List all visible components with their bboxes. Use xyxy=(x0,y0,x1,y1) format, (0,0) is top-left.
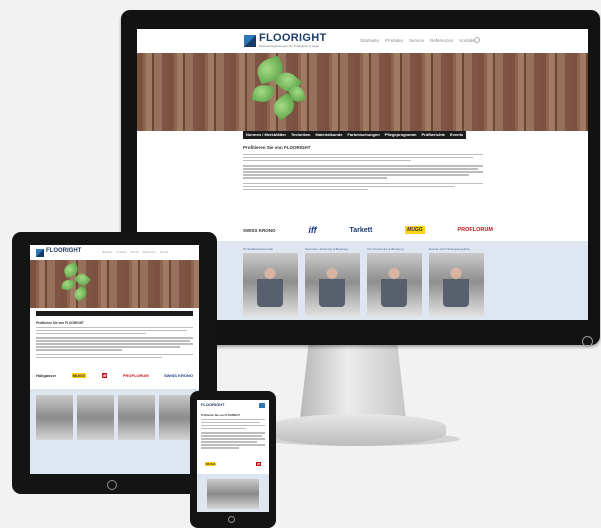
search-icon[interactable] xyxy=(474,37,480,43)
nav-item-kontakt[interactable]: Kontakt xyxy=(160,251,168,254)
partner-logo-mugg[interactable]: MUGG xyxy=(71,373,87,378)
floorright-logo-icon xyxy=(36,249,44,257)
service-card-photo[interactable] xyxy=(36,395,73,440)
service-card-photo[interactable] xyxy=(118,395,155,440)
ivy-leaf-image xyxy=(251,83,275,104)
partner-logo-iff[interactable]: iff xyxy=(256,462,261,466)
partner-logo-swiss-krono[interactable]: SWISS KRONO xyxy=(243,228,276,233)
service-card-title: Ihr Wettbewerbsvorteil xyxy=(243,247,273,251)
service-card-photo[interactable] xyxy=(77,395,114,440)
monitor-stand-foot xyxy=(268,414,446,446)
category-tabs[interactable] xyxy=(36,311,193,316)
tab-events[interactable]: Events xyxy=(450,132,463,138)
tab-pflegeprogramm[interactable]: Pflegeprogramm xyxy=(385,132,417,138)
intro-title: Profitieren Sie von FLOORIGHT xyxy=(243,145,311,150)
intro-paragraph xyxy=(243,154,483,162)
tablet-website: FLOORIGHT Startseite Produkte Service Re… xyxy=(30,245,199,474)
intro-paragraph xyxy=(243,182,483,191)
partner-logo-mugg[interactable]: MUGG xyxy=(405,226,425,234)
service-card-photo xyxy=(305,253,360,317)
nav-item-referenzen[interactable]: Referenzen xyxy=(430,38,453,43)
service-card[interactable]: Ihr Wettbewerbsvorteil xyxy=(243,247,298,317)
service-card-photo[interactable] xyxy=(207,479,259,509)
service-card-photo xyxy=(367,253,422,317)
partner-logo-proflorum[interactable]: PROFLORUM xyxy=(123,373,149,378)
main-nav: Startseite Produkte Service Referenzen K… xyxy=(360,38,475,43)
main-nav: Startseite Produkte Service Referenzen K… xyxy=(102,251,168,254)
category-tabs: Normen / Merkblätter Techniken Materialk… xyxy=(243,131,467,139)
tab-techniken[interactable]: Techniken xyxy=(291,132,311,138)
site-logo[interactable]: FLOORIGHT xyxy=(46,248,81,254)
power-button-icon[interactable] xyxy=(582,336,593,347)
service-card-title: Vor-Ort-Service & Beratung xyxy=(367,247,404,251)
partner-logo-hallgasser[interactable]: Hallgasser xyxy=(36,373,56,378)
home-button-icon[interactable] xyxy=(228,516,235,523)
service-card-title: Events und Trainingsangebote xyxy=(429,247,470,251)
site-header: FLOORIGHT Bodenbelagslösungen für Produk… xyxy=(137,29,588,53)
phone-website: FLOORIGHT Profitieren Sie von FLOORIGHT … xyxy=(197,400,269,512)
hero-banner xyxy=(137,53,588,131)
site-logo-tagline: Bodenbelagslösungen für Produktion & Lag… xyxy=(259,44,320,48)
intro-section: Profitieren Sie von FLOORIGHT xyxy=(201,414,265,450)
partner-logo-iff[interactable]: iff xyxy=(101,373,108,378)
partner-logo-mugg[interactable]: MUGG xyxy=(205,462,217,466)
service-card-photo xyxy=(243,253,298,317)
tab-normen[interactable]: Normen / Merkblätter xyxy=(246,132,286,138)
nav-item-startseite[interactable]: Startseite xyxy=(102,251,113,254)
intro-title: Profitieren Sie von FLOORIGHT xyxy=(201,414,240,417)
intro-title: Profitieren Sie von FLOORIGHT xyxy=(36,321,84,325)
ivy-leaf-image xyxy=(72,285,89,302)
site-logo[interactable]: FLOORIGHT xyxy=(201,402,225,407)
tab-pruefberichte[interactable]: Prüfberichte xyxy=(421,132,445,138)
partner-logos: SWISS KRONO iff Tarkett MUGG PROFLORUM xyxy=(243,219,493,241)
nav-item-produkte[interactable]: Produkte xyxy=(385,38,403,43)
nav-item-kontakt[interactable]: Kontakt xyxy=(459,38,474,43)
partner-logo-tarkett[interactable]: Tarkett xyxy=(349,227,372,234)
service-card-title: Seminare, Schulung & Beratung xyxy=(305,247,348,251)
service-card[interactable]: Vor-Ort-Service & Beratung xyxy=(367,247,422,317)
home-button-icon[interactable] xyxy=(107,480,117,490)
service-cards: Ihr Wettbewerbsvorteil Seminare, Schulun… xyxy=(243,247,484,317)
service-card-photo xyxy=(429,253,484,317)
intro-section: Profitieren Sie von FLOORIGHT xyxy=(36,321,193,360)
partner-logo-swiss-krono[interactable]: SWISS KRONO xyxy=(164,373,193,378)
floorright-logo-icon xyxy=(244,35,256,47)
menu-icon[interactable] xyxy=(259,403,265,408)
partner-logos: Hallgasser MUGG iff PROFLORUM SWISS KRON… xyxy=(36,373,193,378)
service-card[interactable]: Events und Trainingsangebote xyxy=(429,247,484,317)
nav-item-referenzen[interactable]: Referenzen xyxy=(143,251,156,254)
intro-paragraph xyxy=(243,165,483,179)
tab-farbmischungen[interactable]: Farbmischungen xyxy=(347,132,379,138)
nav-item-service[interactable]: Service xyxy=(409,38,424,43)
hero-banner xyxy=(30,260,199,308)
nav-item-produkte[interactable]: Produkte xyxy=(117,251,127,254)
monitor-stand-neck xyxy=(300,345,406,419)
service-cards xyxy=(36,395,196,440)
partner-logos: MUGG iff xyxy=(205,462,261,466)
nav-item-startseite[interactable]: Startseite xyxy=(360,38,379,43)
partner-logo-proflorum[interactable]: PROFLORUM xyxy=(458,227,493,233)
nav-item-service[interactable]: Service xyxy=(131,251,139,254)
site-logo[interactable]: FLOORIGHT xyxy=(259,32,326,44)
tab-materialkunde[interactable]: Materialkunde xyxy=(316,132,343,138)
service-card[interactable]: Seminare, Schulung & Beratung xyxy=(305,247,360,317)
intro-section: Profitieren Sie von FLOORIGHT xyxy=(243,145,483,194)
partner-logo-iff[interactable]: iff xyxy=(308,225,316,235)
ivy-leaf-image xyxy=(61,279,75,291)
